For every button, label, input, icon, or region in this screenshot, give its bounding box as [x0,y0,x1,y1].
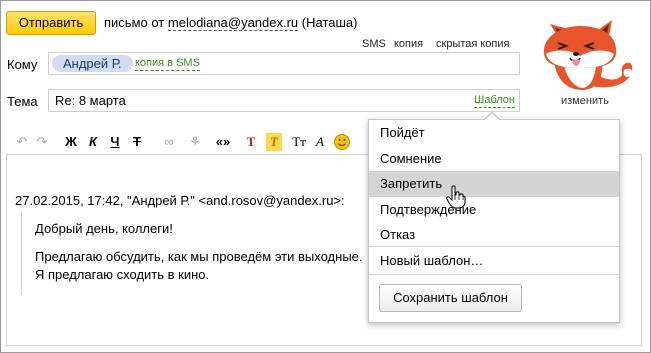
font-size-icon[interactable]: Тт [290,133,308,151]
subject-label: Тема [7,94,38,109]
send-button[interactable]: Отправить [6,11,96,35]
template-link[interactable]: Шаблон [474,94,515,108]
subject-field[interactable]: Re: 8 марта Шаблон [48,89,520,112]
template-item[interactable]: Отказ [369,222,619,248]
copy-link[interactable]: копия [394,38,423,50]
bcc-link[interactable]: скрытая копия [436,38,510,50]
quoted-text: Добрый день, коллеги! Предлагаю обсудить… [21,211,363,295]
unlink-icon[interactable]: ⚘ [186,133,204,151]
template-item[interactable]: Сомнение [369,146,619,172]
underline-icon[interactable]: Ч [108,133,122,151]
from-prefix: письмо от [104,15,165,30]
to-label: Кому [7,57,38,72]
save-template-button[interactable]: Сохранить шаблон [379,284,522,312]
undo-icon[interactable]: ↶ [14,133,30,151]
to-field[interactable]: Андрей Р. копия в SMS [48,52,520,75]
strikethrough-icon[interactable]: Т [130,133,144,151]
from-name: (Наташа) [301,15,358,30]
subject-value: Re: 8 марта [55,93,126,108]
redo-icon[interactable]: ↷ [34,133,50,151]
quote-line: Добрый день, коллеги! [35,221,173,236]
from-line: письмо от melodiana@yandex.ru (Наташа) [104,15,358,31]
template-item[interactable]: Запретить [369,171,619,197]
from-email[interactable]: melodiana@yandex.ru [167,15,299,31]
text-color-icon[interactable]: Т [244,133,258,151]
quote-header: 27.02.2015, 17:42, "Андрей Р." <and.roso… [15,193,345,208]
template-item[interactable]: Подтверждение [369,197,619,223]
sms-copy-link[interactable]: копия в SMS [135,56,200,71]
recipient-chip[interactable]: Андрей Р. [52,55,133,72]
sms-link[interactable]: SMS [362,38,386,50]
dropdown-pointer-fill [485,113,499,120]
dropdown-divider [369,246,619,247]
font-family-icon[interactable]: A [312,133,328,151]
smiley-icon[interactable] [334,133,350,151]
quote-line: Я предлагаю сходить в кино. [35,267,210,282]
dropdown-divider [369,274,619,275]
fox-avatar[interactable] [538,10,634,92]
quote-icon[interactable]: «» [212,133,234,151]
template-item[interactable]: Пойдёт [369,120,619,146]
change-avatar-link[interactable]: изменить [561,95,609,107]
hand-cursor-icon [446,185,466,209]
bold-icon[interactable]: Ж [64,133,78,151]
new-template-item[interactable]: Новый шаблон… [369,248,619,274]
italic-icon[interactable]: К [86,133,100,151]
template-dropdown: Пойдёт Сомнение Запретить Подтверждение … [368,119,620,323]
link-icon[interactable]: ∞ [160,133,178,151]
background-color-icon[interactable]: Т [266,133,282,151]
quote-line: Предлагаю обсудить, как мы проведём эти … [35,249,363,264]
